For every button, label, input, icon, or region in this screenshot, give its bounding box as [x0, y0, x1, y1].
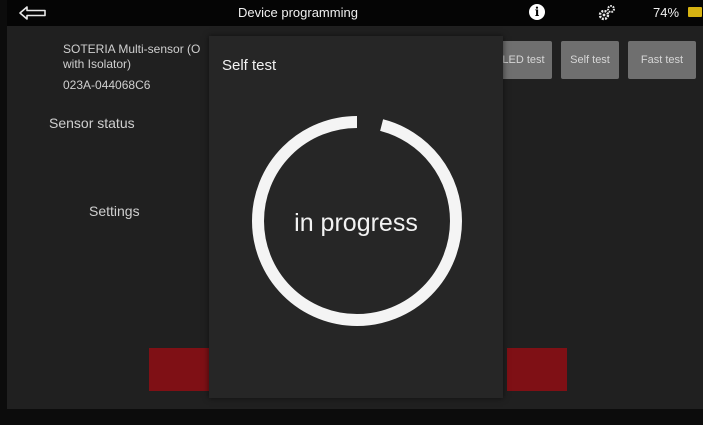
bottom-edge	[0, 409, 703, 425]
led-test-button[interactable]: LED test	[495, 41, 552, 79]
back-arrow-icon[interactable]	[17, 3, 51, 23]
self-test-dialog: Self test in progress	[209, 36, 503, 398]
right-action-button[interactable]	[507, 348, 567, 391]
settings-label[interactable]: Settings	[89, 203, 140, 219]
battery-percent: 74%	[653, 5, 680, 20]
device-name: SOTERIA Multi-sensor (O	[63, 42, 201, 56]
dialog-title: Self test	[222, 57, 277, 74]
fast-test-button[interactable]: Fast test	[628, 41, 696, 79]
sensor-status-label[interactable]: Sensor status	[49, 115, 135, 131]
left-action-button[interactable]	[149, 348, 209, 391]
device-id: 023A-044068C6	[63, 78, 151, 92]
gears-icon[interactable]	[596, 3, 616, 23]
app-window: Device programming i 74% SOTERIA Multi-s…	[7, 0, 703, 409]
info-icon[interactable]: i	[529, 4, 545, 20]
device-name-continued: with Isolator)	[63, 57, 132, 71]
self-test-button[interactable]: Self test	[561, 41, 619, 79]
status-bar: Device programming i 74%	[7, 0, 703, 26]
page-title: Device programming	[238, 5, 358, 20]
progress-status: in progress	[294, 209, 418, 237]
battery-icon	[688, 7, 702, 17]
